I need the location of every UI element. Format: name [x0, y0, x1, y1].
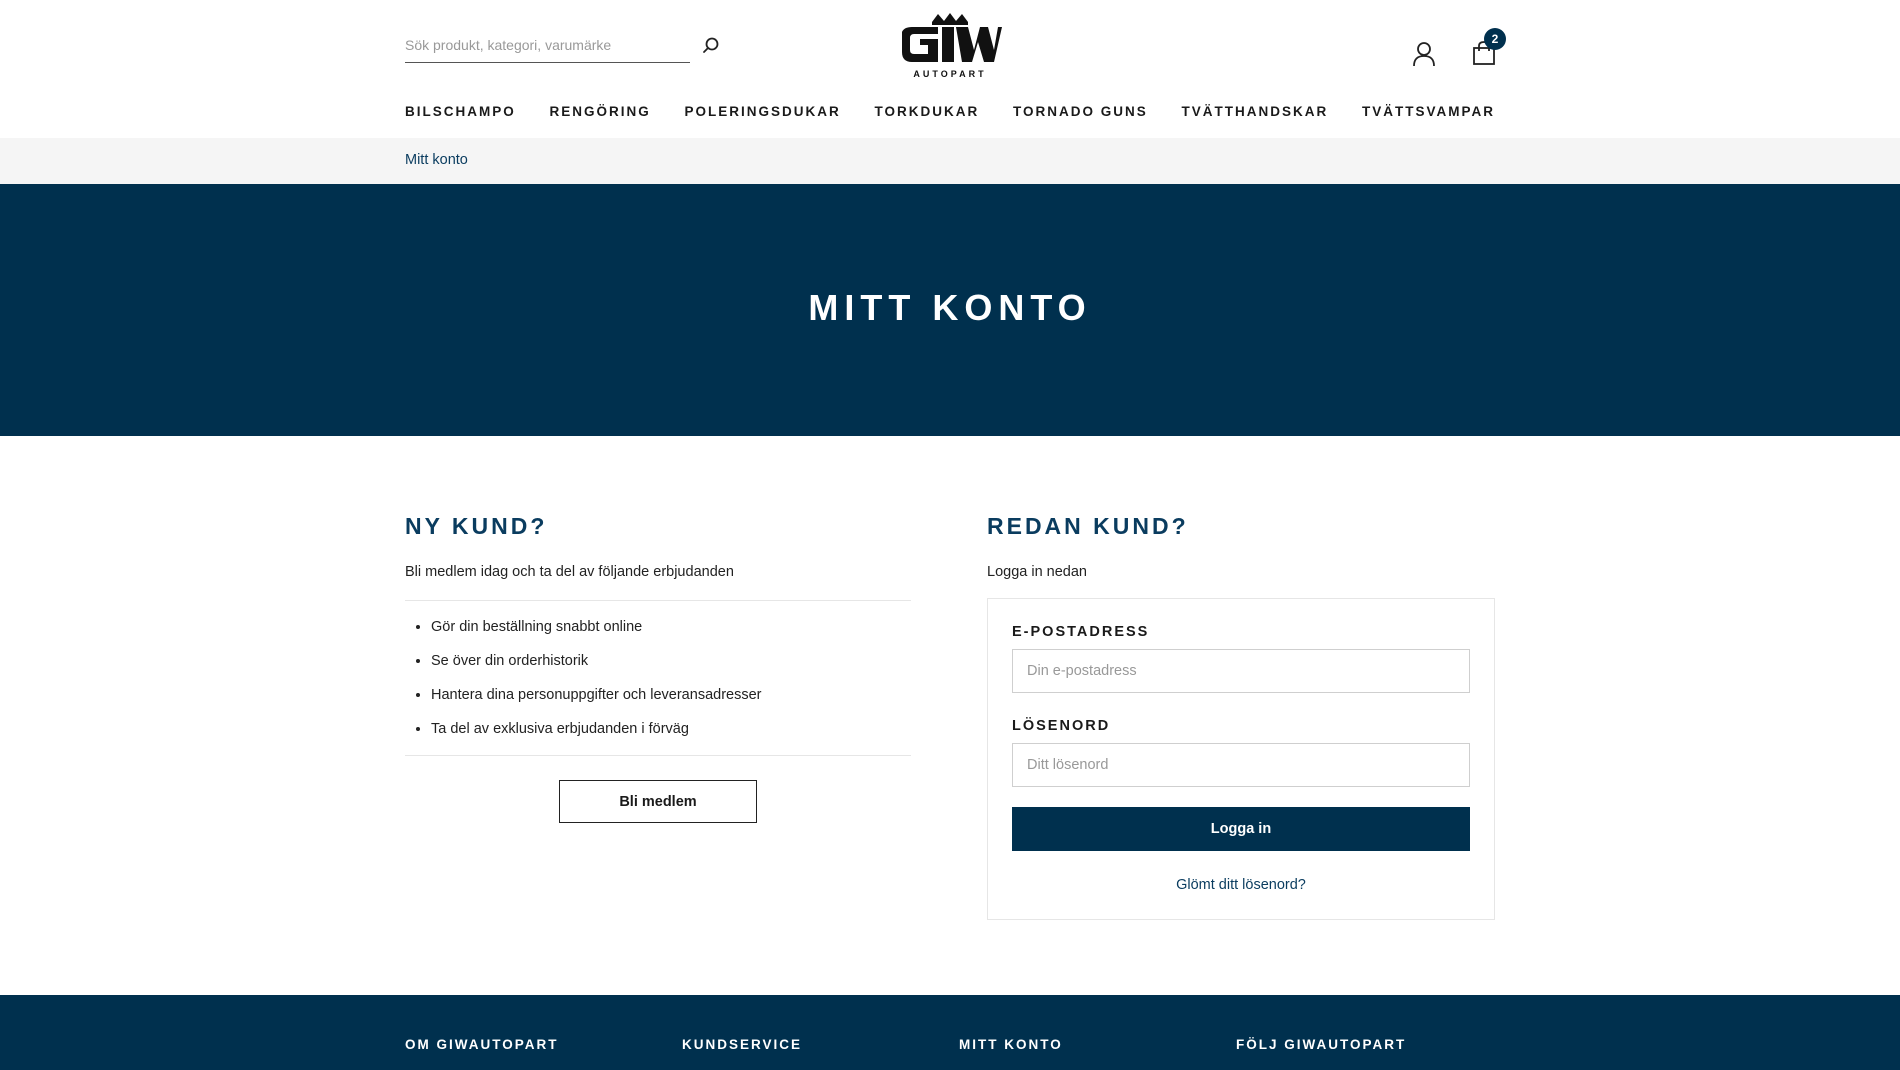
nav-item-poleringsdukar[interactable]: POLERINGSDUKAR: [684, 104, 840, 119]
nav-item-tvatthandskar[interactable]: TVÄTTHANDSKAR: [1181, 104, 1328, 119]
nav-item-bilschampo[interactable]: BILSCHAMPO: [405, 104, 516, 119]
page-title: MITT KONTO: [808, 287, 1092, 328]
user-icon[interactable]: [1412, 41, 1436, 67]
list-item: Se över din orderhistorik: [431, 649, 911, 673]
login-form: E-POSTADRESS LÖSENORD Logga in Glömt dit…: [987, 598, 1495, 920]
main-nav: BILSCHAMPO RENGÖRING POLERINGSDUKAR TORK…: [405, 104, 1495, 119]
new-customer-subtitle: Bli medlem idag och ta del av följande e…: [405, 564, 734, 580]
breadcrumb-current[interactable]: Mitt konto: [405, 152, 468, 168]
password-field[interactable]: [1012, 743, 1470, 787]
site-logo[interactable]: AUTOPART: [898, 12, 1002, 80]
breadcrumb: Mitt konto: [0, 138, 1900, 184]
list-item: Hantera dina personuppgifter och leveran…: [431, 683, 911, 707]
search-icon[interactable]: [699, 34, 723, 58]
search-input[interactable]: [405, 30, 655, 60]
page-hero: MITT KONTO: [0, 184, 1900, 436]
footer-heading-customer-service: KUNDSERVICE: [682, 1037, 803, 1052]
email-field[interactable]: [1012, 649, 1470, 693]
search-bar: [405, 30, 719, 63]
nav-item-rengoring[interactable]: RENGÖRING: [549, 104, 650, 119]
footer-heading-my-account: MITT KONTO: [959, 1037, 1063, 1052]
login-button[interactable]: Logga in: [1012, 807, 1470, 851]
new-customer-title: NY KUND?: [405, 513, 548, 539]
email-label: E-POSTADRESS: [1012, 624, 1150, 640]
new-customer-section: NY KUND? Bli medlem idag och ta del av f…: [405, 512, 911, 823]
join-button[interactable]: Bli medlem: [559, 780, 757, 823]
login-title: REDAN KUND?: [987, 513, 1189, 539]
forgot-password-link[interactable]: Glömt ditt lösenord?: [1012, 877, 1470, 893]
nav-item-tvattsvampar[interactable]: TVÄTTSVAMPAR: [1362, 104, 1495, 119]
list-item: Ta del av exklusiva erbjudanden i förväg: [431, 717, 911, 741]
benefits-list: Gör din beställning snabbt online Se öve…: [405, 600, 911, 756]
site-footer: OM GIWAUTOPART KUNDSERVICE MITT KONTO FÖ…: [0, 995, 1900, 1070]
nav-item-torkdukar[interactable]: TORKDUKAR: [874, 104, 979, 119]
logo-crown: [902, 13, 1002, 62]
nav-item-tornado-guns[interactable]: TORNADO GUNS: [1013, 104, 1148, 119]
login-section: REDAN KUND? Logga in nedan E-POSTADRESS …: [987, 512, 1495, 920]
cart-count-badge: 2: [1484, 28, 1506, 50]
password-label: LÖSENORD: [1012, 718, 1111, 734]
footer-heading-about: OM GIWAUTOPART: [405, 1037, 559, 1052]
logo-text: AUTOPART: [913, 69, 987, 79]
login-subtitle: Logga in nedan: [987, 564, 1087, 580]
footer-heading-follow: FÖLJ GIWAUTOPART: [1236, 1037, 1407, 1052]
list-item: Gör din beställning snabbt online: [431, 615, 911, 639]
